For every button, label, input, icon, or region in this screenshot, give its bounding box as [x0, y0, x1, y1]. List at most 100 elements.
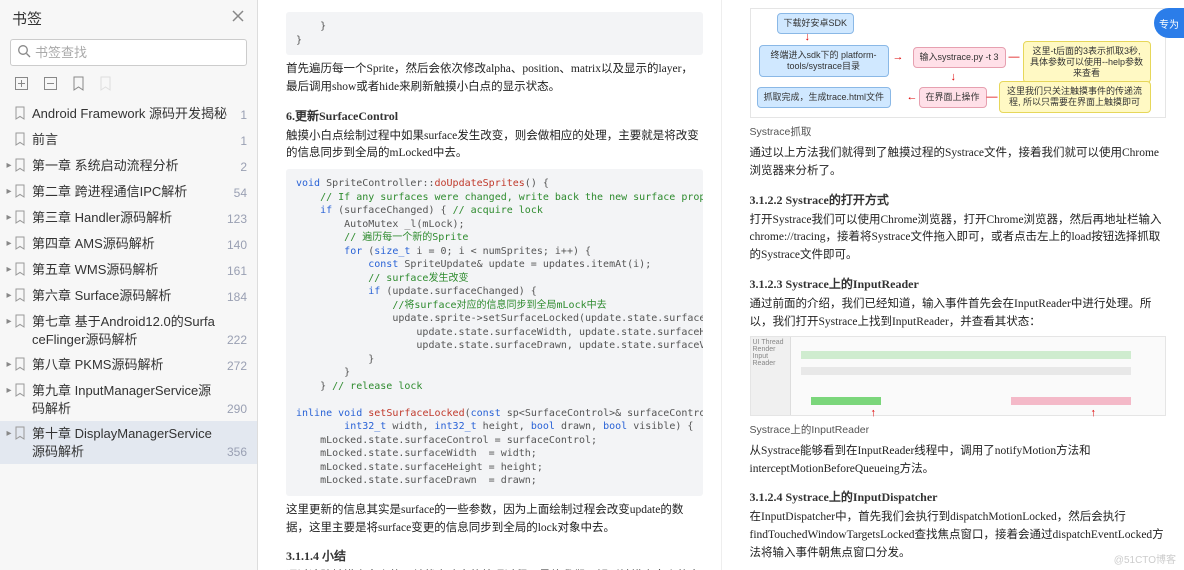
bookmark-icon: [14, 382, 28, 400]
chevron-right-icon: ▸: [4, 157, 14, 171]
search-input[interactable]: [31, 43, 240, 62]
sidebar-header: 书签: [0, 0, 257, 35]
bookmark-label: 第九章 InputManagerService源码解析: [32, 382, 221, 417]
floating-badge[interactable]: 专为: [1154, 8, 1184, 38]
bookmark-label: 第五章 WMS源码解析: [32, 261, 221, 279]
chevron-right-icon: ▸: [4, 287, 14, 301]
bookmark-item[interactable]: ▸ 第九章 InputManagerService源码解析290: [0, 378, 257, 421]
bookmark-icon: [14, 235, 28, 253]
bookmark-item[interactable]: ▸第五章 WMS源码解析161: [0, 257, 257, 283]
chevron-right-icon: ▸: [4, 356, 14, 370]
sidebar-title: 书签: [12, 8, 42, 29]
paragraph: 这里更新的信息其实是surface的一些参数，因为上面绘制过程会改变update…: [286, 502, 703, 538]
systrace-image: UI ThreadRenderInputReader ↑ ↑: [750, 336, 1167, 416]
chevron-right-icon: ▸: [4, 235, 14, 249]
bookmark-page-number: 161: [221, 264, 247, 279]
bookmark-item[interactable]: Android Framework 源码开发揭秘1: [0, 101, 257, 127]
paragraph: 首先遍历每一个Sprite，然后会依次修改alpha、position、matr…: [286, 61, 703, 97]
tool-bookmark-icon[interactable]: [72, 76, 85, 91]
chevron-right-icon: ▸: [4, 209, 14, 223]
bookmark-label: 前言: [32, 131, 234, 149]
bookmark-item[interactable]: ▸第七章 基于Android12.0的SurfaceFlinger源码解析222: [0, 309, 257, 352]
bookmark-item[interactable]: ▸ 第十章 DisplayManagerService源码解析356: [0, 421, 257, 464]
chevron-right-icon: [4, 105, 14, 108]
bookmark-page-number: 1: [234, 134, 247, 149]
flow-node: 终端进入sdk下的 platform-tools/systrace目录: [759, 45, 889, 77]
bookmark-page-number: 272: [221, 359, 247, 374]
bookmark-icon: [14, 157, 28, 175]
bookmark-item[interactable]: ▸ 第四章 AMS源码解析140: [0, 231, 257, 257]
heading-3123: 3.1.2.3 Systrace上的InputReader: [750, 275, 1167, 292]
figure-caption: Systrace上的InputReader: [750, 422, 1167, 437]
flow-note: 这里我们只关注触摸事件的传递流程, 所以只需要在界面上触摸即可: [999, 81, 1151, 113]
paragraph: 通过以上方法我们就得到了触摸过程的Systrace文件，接着我们就可以使用Chr…: [750, 145, 1167, 181]
bookmark-page-number: 1: [234, 108, 247, 123]
chevron-right-icon: ▸: [4, 183, 14, 197]
heading-3124: 3.1.2.4 Systrace上的InputDispatcher: [750, 488, 1167, 505]
flow-node: 下载好安卓SDK: [777, 13, 855, 34]
bookmark-label: 第八章 PKMS源码解析: [32, 356, 221, 374]
code-snippet-main: void SpriteController::doUpdateSprites()…: [286, 169, 703, 496]
sidebar-tools: [0, 74, 257, 99]
bookmark-page-number: 54: [228, 186, 247, 201]
search-wrap[interactable]: [10, 39, 247, 66]
heading-3114: 3.1.1.4 小结: [286, 547, 703, 564]
flow-node: 在界面上操作: [919, 87, 987, 108]
close-icon[interactable]: [231, 9, 245, 28]
flow-node: 抓取完成，生成trace.html文件: [757, 87, 892, 108]
paragraph: 打开Systrace我们可以使用Chrome浏览器，打开Chrome浏览器，然后…: [750, 212, 1167, 265]
flow-node: 输入systrace.py -t 3: [913, 47, 1006, 68]
paragraph: 从Systrace能够看到在InputReader线程中，调用了notifyMo…: [750, 443, 1167, 479]
watermark: @51CTO博客: [1114, 551, 1176, 566]
bookmark-icon: [14, 261, 28, 279]
bookmark-page-number: 123: [221, 212, 247, 227]
flow-note: 这里-t后面的3表示抓取3秒, 具体参数可以使用--help参数来查看: [1023, 41, 1151, 83]
bookmark-item[interactable]: ▸ 第六章 Surface源码解析184: [0, 283, 257, 309]
bookmark-icon: [14, 287, 28, 305]
bookmarks-sidebar: 书签 Android Framework 源码开发揭秘1前言1▸第一章 系统启动…: [0, 0, 258, 570]
bookmark-item[interactable]: ▸ 第三章 Handler源码解析123: [0, 205, 257, 231]
bookmark-label: 第三章 Handler源码解析: [32, 209, 221, 227]
paragraph: 触摸小白点绘制过程中如果surface发生改变，则会做相应的处理，主要就是将改变…: [286, 128, 703, 164]
bookmark-icon: [14, 131, 28, 149]
bookmark-page-number: 184: [221, 290, 247, 305]
bookmark-icon: [14, 183, 28, 201]
page-right: 下载好安卓SDK 终端进入sdk下的 platform-tools/systra…: [721, 0, 1184, 570]
flowchart-image: 下载好安卓SDK 终端进入sdk下的 platform-tools/systra…: [750, 8, 1167, 118]
bookmark-icon: [14, 105, 28, 123]
bookmark-page-number: 2: [234, 160, 247, 175]
search-icon: [17, 44, 31, 61]
bookmark-page-number: 140: [221, 238, 247, 253]
heading-6: 6.更新SurfaceControl: [286, 107, 703, 124]
bookmark-item[interactable]: 前言1: [0, 127, 257, 153]
bookmark-label: 第四章 AMS源码解析: [32, 235, 221, 253]
bookmark-icon: [14, 209, 28, 227]
page-left: } } 首先遍历每一个Sprite，然后会依次修改alpha、position、…: [258, 0, 721, 570]
paragraph: 通过前面的介绍，我们已经知道，输入事件首先会在InputReader中进行处理。…: [750, 296, 1167, 332]
tool-square-plus-icon[interactable]: [14, 76, 29, 91]
chevron-right-icon: ▸: [4, 425, 14, 439]
bookmark-label: 第十章 DisplayManagerService源码解析: [32, 425, 221, 460]
bookmark-icon: [14, 313, 28, 331]
bookmark-item[interactable]: ▸ 第一章 系统启动流程分析2: [0, 153, 257, 179]
bookmark-item[interactable]: ▸ 第八章 PKMS源码解析272: [0, 352, 257, 378]
bookmark-label: 第六章 Surface源码解析: [32, 287, 221, 305]
search-container: [0, 35, 257, 74]
tool-bookmark2-icon[interactable]: [99, 76, 112, 91]
bookmark-list: Android Framework 源码开发揭秘1前言1▸第一章 系统启动流程分…: [0, 99, 257, 570]
code-snippet-top: } }: [286, 12, 703, 55]
figure-caption: Systrace抓取: [750, 124, 1167, 139]
chevron-right-icon: [4, 131, 14, 134]
bookmark-icon: [14, 425, 28, 443]
bookmark-page-number: 222: [221, 333, 247, 348]
bookmark-label: Android Framework 源码开发揭秘: [32, 105, 234, 123]
bookmark-page-number: 290: [221, 402, 247, 417]
bookmark-page-number: 356: [221, 445, 247, 460]
document-view: } } 首先遍历每一个Sprite，然后会依次修改alpha、position、…: [258, 0, 1184, 570]
bookmark-icon: [14, 356, 28, 374]
bookmark-label: 第二章 跨进程通信IPC解析: [32, 183, 228, 201]
bookmark-label: 第一章 系统启动流程分析: [32, 157, 234, 175]
chevron-right-icon: ▸: [4, 382, 14, 396]
tool-square-minus-icon[interactable]: [43, 76, 58, 91]
bookmark-item[interactable]: ▸ 第二章 跨进程通信IPC解析54: [0, 179, 257, 205]
